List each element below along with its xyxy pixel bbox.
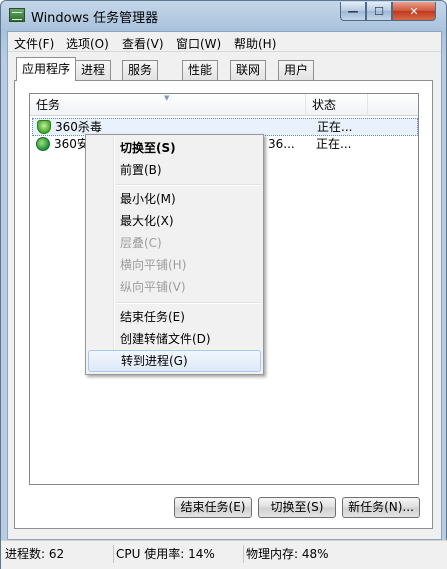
new-task-button[interactable]: 新任务(N)...	[342, 497, 420, 518]
context-menu-bring-to-front[interactable]: 前置(B)	[88, 159, 261, 181]
maximize-button[interactable]: ☐	[366, 2, 392, 21]
title-bar[interactable]: Windows 任务管理器 — ☐ ✕	[1, 1, 446, 31]
status-bar: 进程数: 62 CPU 使用率: 14% 物理内存: 48%	[1, 540, 447, 569]
task-status: 正在...	[317, 120, 353, 134]
context-menu: 切换至(S) 前置(B) 最小化(M) 最大化(X) 层叠(C) 横向平铺(H)…	[85, 134, 264, 375]
window-title: Windows 任务管理器	[31, 11, 159, 26]
status-cpu: CPU 使用率: 14%	[113, 545, 239, 563]
menu-help[interactable]: 帮助(H)	[234, 35, 276, 52]
menu-view[interactable]: 查看(V)	[122, 35, 164, 52]
context-menu-separator	[115, 302, 261, 304]
switch-to-button[interactable]: 切换至(S)	[258, 497, 336, 518]
column-header-task[interactable]: 任务	[30, 94, 306, 116]
status-processes: 进程数: 62	[5, 547, 65, 561]
task-list-header: ▼ 任务 状态	[30, 94, 418, 116]
context-menu-go-to-process[interactable]: 转到进程(G)	[88, 350, 261, 372]
tab-services[interactable]: 服务	[122, 60, 159, 80]
menu-bar: 文件(F) 选项(O) 查看(V) 窗口(W) 帮助(H)	[8, 32, 441, 52]
context-menu-maximize[interactable]: 最大化(X)	[88, 210, 261, 232]
status-memory: 物理内存: 48%	[243, 545, 403, 563]
tab-networking[interactable]: 联网	[230, 60, 267, 80]
context-menu-create-dump-file[interactable]: 创建转储文件(D)	[88, 328, 261, 350]
context-menu-end-task[interactable]: 结束任务(E)	[88, 306, 261, 328]
menu-options[interactable]: 选项(O)	[66, 35, 109, 52]
tab-applications[interactable]: 应用程序	[16, 57, 77, 81]
close-button[interactable]: ✕	[392, 2, 436, 21]
task-status: 正在...	[316, 137, 352, 151]
context-menu-tile-horizontally: 横向平铺(H)	[120, 258, 187, 272]
360-safe-icon	[36, 137, 50, 151]
context-menu-tile-vertically: 纵向平铺(V)	[120, 280, 186, 294]
task-manager-app-icon[interactable]	[9, 8, 25, 22]
menu-window[interactable]: 窗口(W)	[176, 35, 221, 52]
tab-users[interactable]: 用户	[278, 60, 315, 80]
task-name: 360安	[54, 137, 89, 151]
tab-processes[interactable]: 进程	[75, 60, 112, 80]
menu-file[interactable]: 文件(F)	[14, 35, 54, 52]
context-menu-separator	[115, 184, 261, 186]
end-task-button[interactable]: 结束任务(E)	[174, 497, 252, 518]
context-menu-cascade: 层叠(C)	[120, 236, 162, 250]
task-name-overflow: 36...	[268, 137, 295, 151]
shield-icon	[37, 120, 51, 134]
tab-performance[interactable]: 性能	[182, 60, 219, 80]
minimize-button[interactable]: —	[340, 2, 366, 21]
context-menu-minimize[interactable]: 最小化(M)	[88, 188, 261, 210]
column-header-status[interactable]: 状态	[306, 94, 368, 116]
context-menu-switch-to[interactable]: 切换至(S)	[88, 137, 261, 159]
